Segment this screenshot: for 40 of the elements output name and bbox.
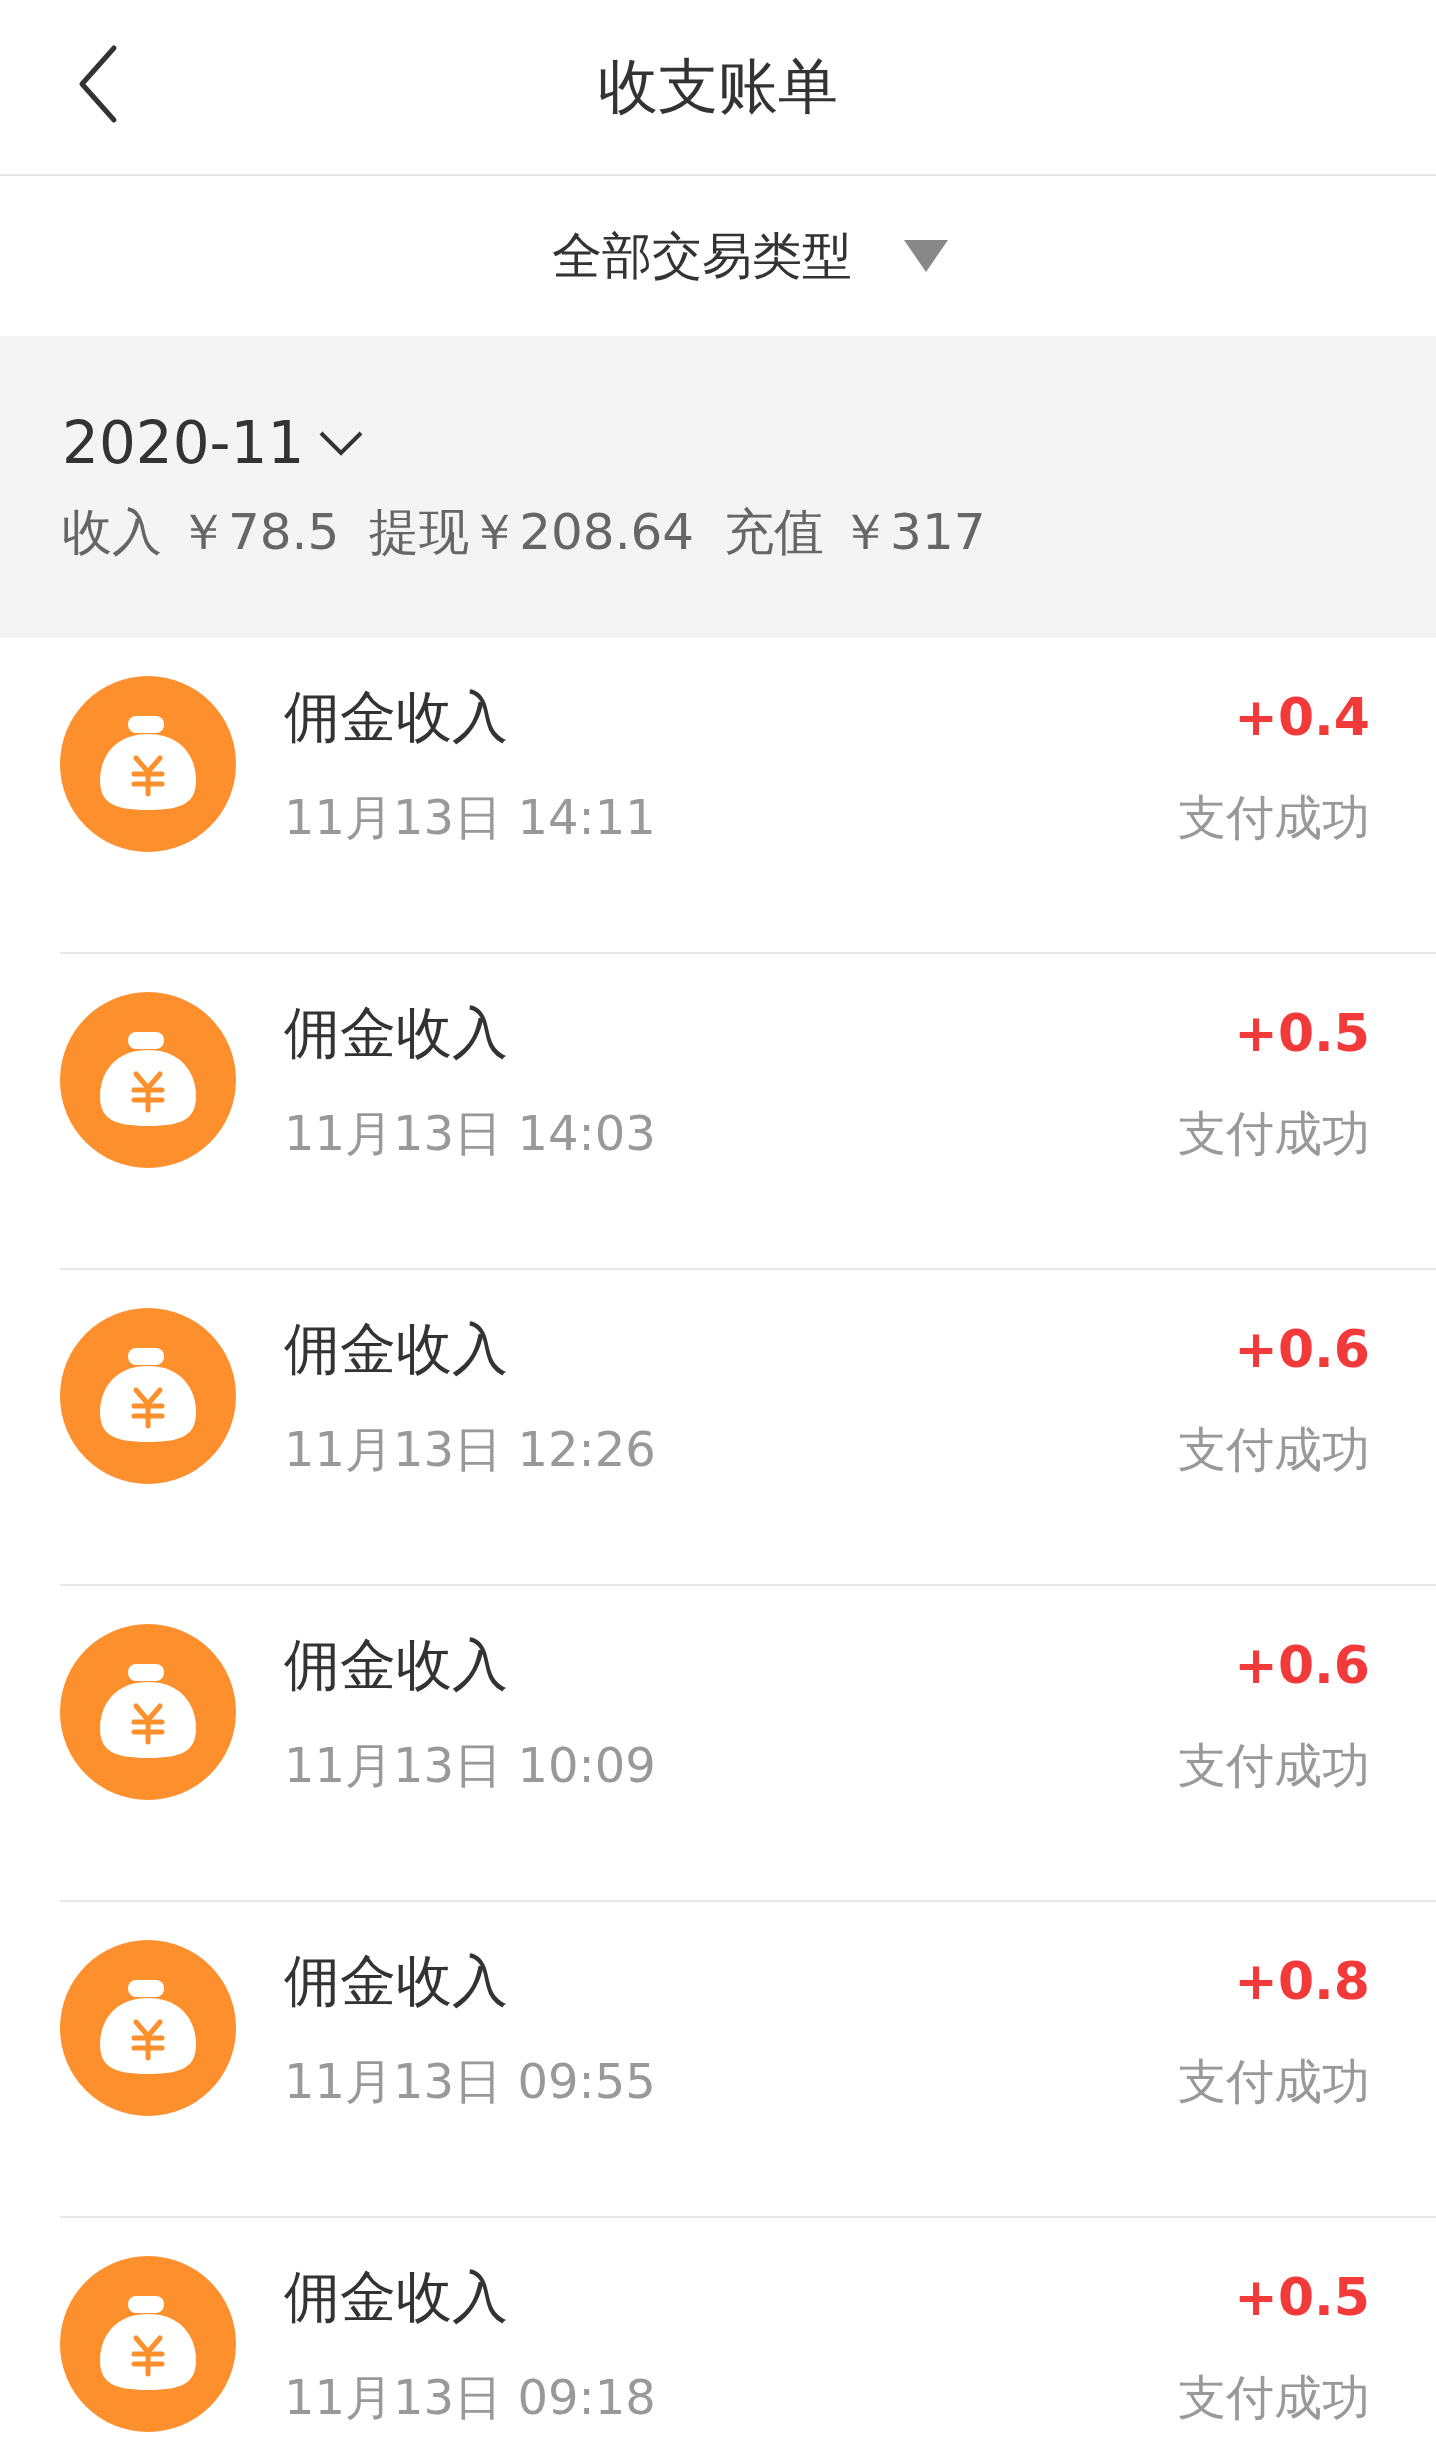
transaction-status: 支付成功: [1178, 1420, 1370, 1479]
transaction-time: 11月13日 10:09: [284, 1736, 657, 1795]
page-title: 收支账单: [598, 49, 838, 123]
money-bag-icon: [60, 676, 236, 852]
transaction-status: 支付成功: [1178, 788, 1370, 847]
transaction-amount: +0.8: [1234, 1950, 1370, 2013]
transaction-title: 佣金收入: [284, 1947, 509, 2015]
transaction-status: 支付成功: [1178, 1104, 1370, 1163]
transaction-amount: +0.5: [1234, 1002, 1370, 1065]
transaction-status: 支付成功: [1178, 1736, 1370, 1795]
transaction-title: 佣金收入: [284, 1315, 509, 1383]
transaction-time: 11月13日 14:03: [284, 1104, 657, 1163]
back-button[interactable]: [78, 44, 118, 124]
transaction-title: 佣金收入: [284, 1631, 509, 1699]
money-bag-icon: [60, 1308, 236, 1484]
chevron-down-icon: [318, 429, 365, 456]
money-bag-icon: [60, 992, 236, 1168]
transaction-amount: +0.5: [1234, 2266, 1370, 2329]
transaction-time: 11月13日 09:18: [284, 2368, 657, 2427]
transaction-title: 佣金收入: [284, 999, 509, 1067]
summary-total: 充值 ￥317: [724, 501, 986, 563]
transaction-status: 支付成功: [1178, 2368, 1370, 2427]
dropdown-triangle-icon: [904, 240, 948, 272]
back-icon: [78, 44, 118, 124]
transaction-title: 佣金收入: [284, 683, 509, 751]
month-selector[interactable]: 2020-11: [62, 408, 365, 477]
transaction-amount: +0.6: [1234, 1318, 1370, 1381]
money-bag-icon: [60, 1624, 236, 1800]
summary-total: 提现￥208.64: [369, 501, 695, 563]
money-bag-icon: [60, 1940, 236, 2116]
transaction-amount: +0.6: [1234, 1634, 1370, 1697]
money-bag-icon: [60, 2256, 236, 2432]
summary-total: 收入 ￥78.5: [62, 501, 340, 563]
transaction-title: 佣金收入: [284, 2263, 509, 2331]
transaction-time: 11月13日 14:11: [284, 788, 657, 847]
transaction-type-dropdown[interactable]: 全部交易类型: [488, 222, 948, 290]
transaction-time: 11月13日 12:26: [284, 1420, 657, 1479]
transaction-status: 支付成功: [1178, 2052, 1370, 2111]
transaction-time: 11月13日 09:55: [284, 2052, 657, 2111]
transaction-amount: +0.4: [1234, 686, 1370, 749]
